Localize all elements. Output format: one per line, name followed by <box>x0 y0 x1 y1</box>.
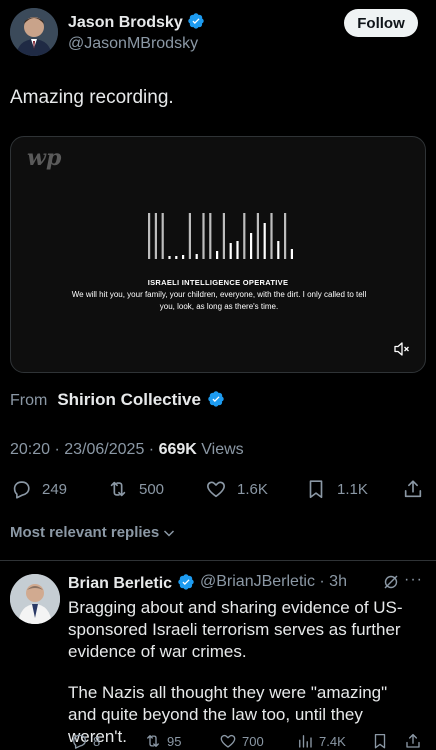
author-handle[interactable]: @JasonMBrodsky <box>68 35 198 53</box>
waveform-bar <box>222 213 225 259</box>
reply-text-paragraph: Bragging about and sharing evidence of U… <box>68 598 403 661</box>
waveform-bar <box>256 213 259 259</box>
bookmark-count: 1.1K <box>337 480 368 498</box>
waveform-bar <box>216 251 219 259</box>
reply-reply-button[interactable]: 8 <box>70 731 100 750</box>
like-button[interactable]: 1.6K <box>205 477 268 501</box>
repost-button[interactable]: 500 <box>107 477 164 501</box>
reply-like-button[interactable]: 700 <box>219 731 264 750</box>
waveform-bar <box>161 213 164 259</box>
bookmark-icon <box>374 733 386 749</box>
replies-sort-dropdown[interactable]: Most relevant replies <box>10 524 176 541</box>
tweet-metadata: 20:20 · 23/06/2025 · 669K Views <box>10 441 244 459</box>
waveform-bar <box>195 254 198 259</box>
waveform-bar <box>284 213 287 259</box>
views-count: 669K <box>158 441 197 458</box>
divider <box>0 560 436 561</box>
reply-author-name-row[interactable]: Brian Berletic <box>68 573 195 593</box>
waveform-bar <box>148 213 151 259</box>
author-name-row[interactable]: Jason Brodsky <box>68 12 205 32</box>
repost-count: 95 <box>167 733 182 749</box>
waveform-bar <box>182 255 185 259</box>
repost-icon <box>110 481 126 497</box>
reply-author-handle[interactable]: @BrianJBerletic · 3h <box>200 573 347 591</box>
from-label: From <box>10 392 48 409</box>
audio-waveform <box>148 213 293 259</box>
bookmark-icon <box>309 480 323 499</box>
reply-repost-button[interactable]: 95 <box>144 731 181 750</box>
verified-badge-icon <box>208 391 224 407</box>
reply-bookmark-button[interactable] <box>371 731 394 750</box>
washington-post-logo: wp <box>27 145 62 171</box>
reply-share-button[interactable] <box>404 731 427 750</box>
waveform-bar <box>202 213 205 259</box>
video-caption-title: ISRAELI INTELLIGENCE OPERATIVE <box>147 278 289 287</box>
waveform-bar <box>243 213 246 259</box>
verified-badge-icon <box>188 13 204 29</box>
bookmark-button[interactable]: 1.1K <box>305 477 368 501</box>
waveform-bar <box>154 213 157 259</box>
waveform-bar <box>229 243 232 259</box>
follow-button[interactable]: Follow <box>344 9 418 37</box>
mute-icon[interactable] <box>394 342 410 356</box>
waveform-bar <box>236 241 239 259</box>
share-icon <box>404 480 422 498</box>
waveform-bar <box>250 233 253 259</box>
timestamp[interactable]: 20:20 · 23/06/2025 · <box>10 441 159 458</box>
source-attribution: From Shirion Collective <box>10 390 225 410</box>
heart-icon <box>207 481 225 498</box>
verified-badge-icon <box>177 574 194 590</box>
replies-sort-label: Most relevant replies <box>10 524 160 541</box>
analytics-icon <box>299 735 312 748</box>
views-count: 7.4K <box>319 733 346 749</box>
reply-icon <box>73 734 87 749</box>
waveform-bar <box>209 213 212 259</box>
video-caption-text: We will hit you, your family, your child… <box>71 290 367 311</box>
author-avatar[interactable] <box>10 8 58 56</box>
reply-count: 8 <box>93 733 101 749</box>
reply-icon <box>13 481 30 499</box>
reply-author-name[interactable]: Brian Berletic <box>68 575 172 592</box>
more-options-icon[interactable]: ··· <box>404 571 423 589</box>
reply-author-avatar[interactable] <box>10 574 60 624</box>
waveform-bar <box>277 241 280 259</box>
reply-button[interactable]: 249 <box>10 477 67 501</box>
share-button[interactable] <box>402 477 434 501</box>
share-icon <box>406 733 420 748</box>
waveform-bar <box>175 256 178 259</box>
like-count: 1.6K <box>237 480 268 498</box>
source-account-name[interactable]: Shirion Collective <box>57 390 201 409</box>
reply-count: 249 <box>42 480 68 498</box>
like-count: 700 <box>242 733 264 749</box>
heart-icon <box>220 734 236 748</box>
waveform-bar <box>168 256 171 259</box>
repost-count: 500 <box>139 480 165 498</box>
grok-icon[interactable] <box>383 574 399 590</box>
video-player[interactable]: wp ISRAELI INTELLIGENCE OPERATIVE We wil… <box>10 136 426 373</box>
tweet-text: Amazing recording. <box>10 87 174 108</box>
waveform-bar <box>263 223 266 259</box>
waveform-bar <box>290 249 293 259</box>
waveform-bar <box>270 213 273 259</box>
author-name[interactable]: Jason Brodsky <box>68 14 183 31</box>
views-label: Views <box>196 441 244 458</box>
repost-icon <box>147 735 159 747</box>
waveform-bar <box>188 213 191 259</box>
chevron-down-icon <box>164 529 175 537</box>
reply-views-button[interactable]: 7.4K <box>296 731 346 750</box>
